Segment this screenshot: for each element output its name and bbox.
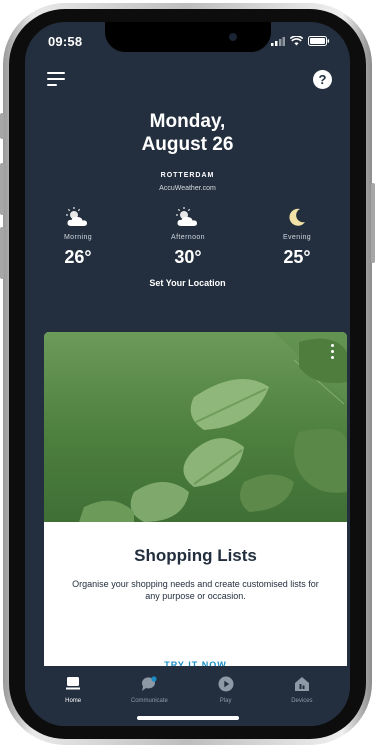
camera-icon [229,33,237,41]
set-location-link[interactable]: Set Your Location [25,278,350,288]
shopping-lists-card[interactable]: Shopping Lists Organise your shopping ne… [44,332,347,677]
card-leaf-illustration [44,332,347,522]
devices-icon [270,674,334,694]
status-time: 09:58 [48,34,83,49]
tab-label: Communicate [130,698,168,704]
weather-period-temp: 30° [174,247,202,267]
partly-sunny-icon [43,202,113,228]
battery-icon [308,36,330,46]
mute-switch [0,113,4,139]
date-weekday: Monday, [149,111,226,132]
menu-icon[interactable] [47,72,65,86]
more-options-icon[interactable] [331,344,335,362]
weather-afternoon: Afternoon 30° [153,202,223,268]
moon-icon [262,202,332,228]
tab-devices[interactable]: Devices [270,674,334,726]
weather-evening: Evening 25° [262,202,332,268]
home-indicator[interactable] [137,716,239,720]
home-icon [41,674,105,694]
weather-period-temp: 25° [283,247,311,267]
date-day: August 26 [141,134,234,155]
tab-label: Play [219,698,232,704]
chat-icon [117,674,181,694]
card-description: Organise your shopping needs and create … [72,579,319,601]
play-icon [194,674,258,694]
weather-period-label: Afternoon [171,234,205,241]
weather-period-temp: 26° [64,247,92,267]
partly-sunny-icon [153,202,223,228]
weather-morning: Morning 26° [43,202,113,268]
tab-home[interactable]: Home [41,674,105,726]
volume-up-button [0,163,4,215]
app-screen: 09:58 ? Monday, August 26 ROTTERDAM Accu… [25,22,350,726]
weather-period-label: Evening [282,234,312,241]
weather-period-label: Morning [63,234,93,241]
date-heading: Monday, August 26 [25,110,350,156]
tab-label: Home [65,698,82,704]
help-icon[interactable]: ? [313,70,332,89]
weather-city: ROTTERDAM [160,172,215,179]
notch [105,22,271,52]
power-button [371,183,375,263]
wifi-icon [290,36,303,46]
status-indicators [271,36,330,46]
signal-icon [271,36,285,46]
volume-down-button [0,227,4,279]
tab-label: Devices [291,698,313,704]
weather-provider: AccuWeather.com [159,185,216,192]
card-title: Shopping Lists [134,546,257,565]
